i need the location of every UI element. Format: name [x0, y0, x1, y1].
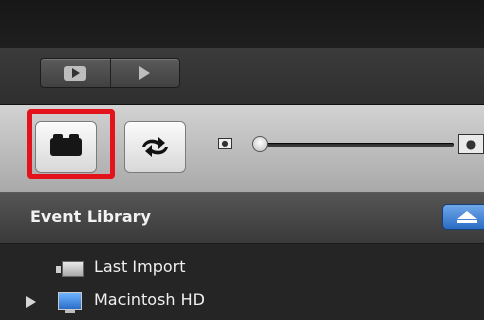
play-fullscreen-icon [64, 65, 87, 81]
playback-segmented-control [40, 58, 180, 88]
playback-toolbar [0, 48, 484, 105]
import-icon [56, 261, 84, 277]
list-item-last-import[interactable]: Last Import [0, 254, 484, 284]
eject-icon [457, 211, 477, 223]
eject-button[interactable] [442, 204, 484, 230]
person-large-icon: ● [458, 134, 484, 154]
list-item-label: Last Import [94, 257, 186, 276]
title-bar [0, 0, 484, 48]
list-item-label: Macintosh HD [94, 290, 205, 309]
thumbnail-size-slider[interactable]: ● ● [218, 134, 484, 154]
swap-icon [142, 137, 168, 157]
play-icon [139, 66, 151, 80]
swap-button[interactable] [124, 121, 186, 173]
slider-track[interactable] [258, 143, 454, 147]
play-fullscreen-button[interactable] [41, 59, 110, 87]
play-button[interactable] [109, 59, 180, 87]
disclosure-triangle-icon[interactable] [26, 296, 36, 308]
event-library-header: Event Library [0, 193, 484, 244]
slider-knob[interactable] [252, 136, 268, 152]
hard-drive-icon [58, 292, 82, 313]
event-library-title: Event Library [30, 207, 151, 226]
list-item-macintosh-hd[interactable]: Macintosh HD [0, 287, 484, 317]
selection-highlight [27, 109, 115, 179]
event-library-list: Last Import Macintosh HD [0, 244, 484, 320]
person-small-icon: ● [218, 138, 232, 149]
